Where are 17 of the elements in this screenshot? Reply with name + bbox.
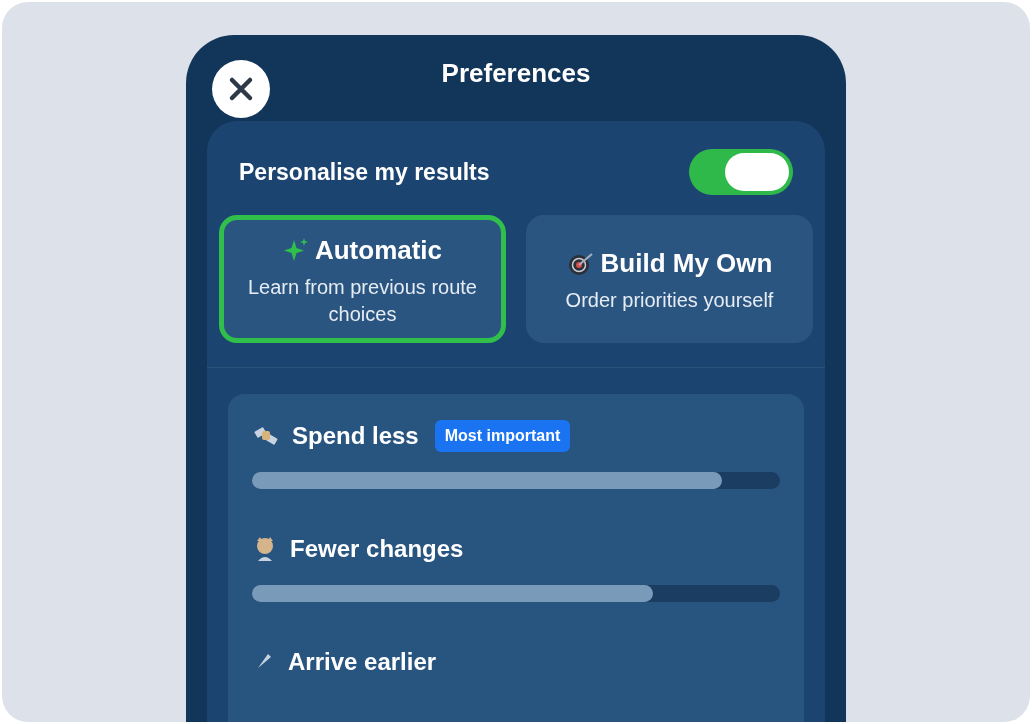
toggle-knob	[725, 153, 789, 191]
mode-option[interactable]: Automatic Learn from previous route choices	[219, 215, 506, 343]
panel-title: Preferences	[441, 56, 591, 90]
priority-label: Spend less	[292, 421, 419, 451]
personalise-label: Personalise my results	[239, 157, 490, 187]
close-button[interactable]	[212, 60, 270, 118]
priority-label: Fewer changes	[290, 534, 464, 564]
priority-badge: Most important	[434, 420, 571, 452]
mode-title: Automatic	[314, 233, 443, 267]
mode-description: Order priorities yourself	[564, 288, 775, 313]
close-icon	[228, 76, 254, 102]
personalise-toggle[interactable]	[689, 149, 793, 195]
mode-option[interactable]: Build My Own Order priorities yourself	[526, 215, 813, 343]
mode-title: Build My Own	[600, 247, 773, 280]
target-icon	[566, 250, 595, 277]
mode-description: Learn from previous route choices	[247, 274, 478, 327]
priority-label: Arrive earlier	[288, 647, 437, 677]
